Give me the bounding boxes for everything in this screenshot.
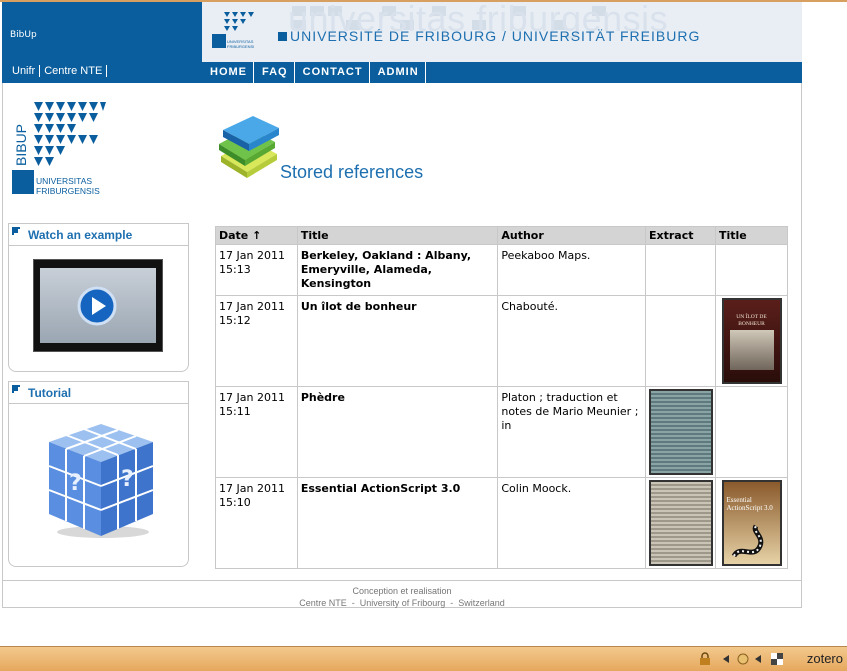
addon-circle-icon[interactable] (736, 652, 750, 666)
extract-cell (645, 244, 716, 296)
books-icon (219, 116, 279, 178)
example-video-thumbnail[interactable] (33, 259, 163, 352)
title-cell[interactable]: Essential ActionScript 3.0 (296, 477, 499, 569)
extract-cell (645, 295, 716, 387)
nav-left-links: Unifr Centre NTE (8, 65, 108, 77)
page-footer: Conception et realisation Centre NTE - U… (2, 580, 802, 608)
nav-admin[interactable]: ADMIN (370, 62, 426, 83)
row-date: 17 Jan 2011 (219, 482, 285, 495)
table-row[interactable]: 17 Jan 2011 15:13 Berkeley, Oakland : Alb… (215, 244, 788, 296)
table-row[interactable]: 17 Jan 2011 15:10 Essential ActionScript … (215, 477, 788, 569)
watch-example-header: Watch an example (9, 224, 188, 246)
extract-cell (645, 386, 716, 478)
row-date: 17 Jan 2011 (219, 391, 285, 404)
nav-link-unifr[interactable]: Unifr (8, 65, 41, 77)
svg-text:FRIBURGENSIS: FRIBURGENSIS (227, 44, 254, 49)
tutorial-box: Tutorial ? ? (8, 381, 189, 567)
row-date: 17 Jan 2011 (219, 300, 285, 313)
corner-icon (12, 227, 20, 235)
sort-ascending-icon[interactable]: ↑ (252, 229, 261, 242)
extract-thumbnail[interactable] (648, 389, 713, 475)
cover-cell (715, 386, 788, 478)
author-cell: Platon ; traduction et notes de Mario Me… (497, 386, 647, 478)
zotero-button[interactable]: zotero (807, 651, 843, 666)
cover-thumbnail[interactable]: UN ÎLOT DE BONHEUR (721, 298, 782, 384)
logo-line2: FRIBURGENSIS (36, 186, 100, 196)
extract-thumbnail[interactable] (648, 480, 713, 566)
page-title: Stored references (280, 162, 424, 182)
row-time: 15:10 (219, 496, 251, 509)
watch-example-box: Watch an example (8, 223, 189, 372)
cover-cell: UN ÎLOT DE BONHEUR (715, 295, 788, 387)
column-date-label: Date (219, 229, 249, 242)
svg-text:?: ? (69, 471, 82, 496)
footer-line1: Conception et realisation (352, 586, 452, 596)
row-time: 15:12 (219, 314, 251, 327)
nav-link-centre-nte[interactable]: Centre NTE (40, 65, 108, 77)
row-time: 15:11 (219, 405, 251, 418)
cover-cell (715, 244, 788, 296)
nav-contact[interactable]: CONTACT (295, 62, 370, 83)
watch-example-title[interactable]: Watch an example (28, 228, 132, 242)
author-cell: Peekaboo Maps. (497, 244, 647, 296)
table-row[interactable]: 17 Jan 2011 15:11 Phèdre Platon ; traduct… (215, 386, 788, 478)
svg-text:?: ? (121, 467, 134, 492)
university-title: UNIVERSITÉ DE FRIBOURG / UNIVERSITÄT FRE… (278, 28, 700, 44)
tutorial-title[interactable]: Tutorial (28, 386, 71, 400)
column-date[interactable]: Date ↑ (215, 226, 298, 245)
cover-text: Essential ActionScript 3.0 (726, 496, 773, 512)
extract-cell (645, 477, 716, 569)
column-extract[interactable]: Extract (645, 226, 716, 245)
help-cube-icon[interactable]: ? ? (45, 420, 157, 540)
header-app-block: BibUp (2, 2, 202, 62)
date-cell: 17 Jan 2011 15:11 (215, 386, 298, 478)
grid-icon[interactable] (770, 652, 784, 666)
date-cell: 17 Jan 2011 15:13 (215, 244, 298, 296)
references-table: Date ↑ Title Author Extract Title 17 Jan… (215, 226, 788, 569)
nav-faq[interactable]: FAQ (254, 62, 295, 83)
row-date: 17 Jan 2011 (219, 249, 285, 262)
cover-art (729, 330, 774, 370)
lock-icon[interactable] (698, 652, 712, 666)
corner-icon (12, 385, 20, 393)
column-author[interactable]: Author (497, 226, 647, 245)
play-icon[interactable] (77, 286, 117, 326)
logo-line1: UNIVERSITAS (36, 176, 92, 186)
column-cover-title[interactable]: Title (715, 226, 788, 245)
cover-cell: Essential ActionScript 3.0 (715, 477, 788, 569)
university-title-text: UNIVERSITÉ DE FRIBOURG / UNIVERSITÄT FRE… (290, 28, 701, 44)
table-header-row: Date ↑ Title Author Extract Title (215, 226, 788, 245)
nav-home[interactable]: HOME (202, 62, 254, 83)
nav-main-menu: HOME FAQ CONTACT ADMIN (202, 62, 426, 83)
footer-line2: Centre NTE - University of Fribourg - Sw… (299, 598, 505, 608)
university-logo-icon: UNIVERSITAS FRIBURGENSIS (212, 12, 254, 49)
app-title: BibUp (10, 30, 37, 40)
title-square-icon (278, 32, 287, 41)
arrow-left-icon[interactable] (752, 652, 766, 666)
date-cell: 17 Jan 2011 15:10 (215, 477, 298, 569)
bibup-logo: BIBUP UNIVERSITAS FRIBURGENSIS (12, 102, 106, 196)
date-cell: 17 Jan 2011 15:12 (215, 295, 298, 387)
author-cell: Colin Moock. (497, 477, 647, 569)
column-title[interactable]: Title (296, 226, 499, 245)
table-row[interactable]: 17 Jan 2011 15:12 Un îlot de bonheur Chab… (215, 295, 788, 387)
title-cell[interactable]: Berkeley, Oakland : Albany, Emeryville, … (296, 244, 499, 296)
arrow-left-icon[interactable] (720, 652, 734, 666)
cover-thumbnail[interactable]: Essential ActionScript 3.0 (721, 480, 782, 566)
title-cell[interactable]: Un îlot de bonheur (296, 295, 499, 387)
cover-text: UN ÎLOT DE BONHEUR (736, 314, 767, 327)
browser-status-bar: zotero (0, 646, 847, 671)
nav-bar: Unifr Centre NTE HOME FAQ CONTACT ADMIN (2, 62, 802, 83)
snake-illustration-icon (731, 524, 763, 558)
row-time: 15:13 (219, 263, 251, 276)
title-cell[interactable]: Phèdre (296, 386, 499, 478)
header-banner: universitas friburgensis UNIVERSITAS FRI… (202, 2, 802, 62)
author-cell: Chabouté. (497, 295, 647, 387)
logo-vertical-text: BIBUP (13, 124, 29, 166)
tutorial-header: Tutorial (9, 382, 188, 404)
